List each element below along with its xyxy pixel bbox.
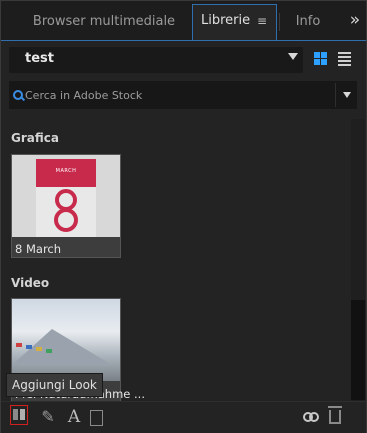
prayer-flag [16, 343, 22, 347]
trash-icon[interactable] [328, 406, 342, 424]
search-divider [335, 83, 336, 107]
poster-title: MARCH [55, 168, 77, 174]
tab-info[interactable]: Info [283, 7, 333, 41]
creative-cloud-icon[interactable] [303, 409, 319, 425]
text-icon[interactable]: A [65, 408, 83, 426]
stock-search [9, 81, 357, 109]
asset-card-graphic[interactable]: MARCH 8 March [11, 154, 121, 258]
tab-bar: Browser multimediale Librerie ≡ Info » [1, 1, 366, 41]
tab-libraries[interactable]: Librerie ≡ [192, 4, 277, 40]
square-icon[interactable] [90, 410, 103, 426]
section-title-video: Video [11, 276, 50, 290]
prayer-flag [26, 345, 32, 349]
asset-label: 8 March [15, 242, 62, 256]
tab-media-browser[interactable]: Browser multimediale [13, 7, 195, 41]
poster-ring-bottom [54, 208, 78, 232]
bottom-toolbar: ✎ A [1, 401, 366, 433]
poster-image: MARCH [36, 159, 96, 237]
asset-thumbnail: MARCH [12, 155, 120, 237]
libraries-panel: Browser multimediale Librerie ≡ Info » t… [0, 0, 367, 433]
section-title-graphics: Grafica [11, 131, 59, 145]
chevron-down-icon [288, 53, 298, 60]
library-selector[interactable]: test [9, 47, 303, 73]
video-thumbnail [12, 299, 120, 381]
prayer-flag [46, 349, 52, 353]
list-view-icon[interactable] [338, 52, 351, 66]
brush-icon[interactable]: ✎ [39, 408, 57, 426]
tab-overflow-icon[interactable]: » [344, 9, 366, 33]
tooltip: Aggiungi Look [6, 373, 103, 397]
tab-libraries-label: Librerie [201, 13, 251, 28]
grid-view-icon[interactable] [314, 52, 327, 65]
library-content: Grafica MARCH 8 March Video Pfel N [1, 119, 349, 401]
tab-divider [279, 13, 280, 31]
tab-underline [1, 40, 366, 41]
search-icon [13, 90, 23, 100]
add-look-icon[interactable] [10, 405, 28, 425]
scrollbar-thumb[interactable] [351, 300, 365, 400]
prayer-flag [36, 347, 42, 351]
panel-menu-icon[interactable]: ≡ [257, 5, 267, 37]
search-dropdown-icon[interactable] [343, 92, 351, 98]
scrollbar[interactable] [351, 119, 365, 401]
library-name: test [25, 51, 54, 66]
search-input[interactable] [25, 81, 335, 109]
